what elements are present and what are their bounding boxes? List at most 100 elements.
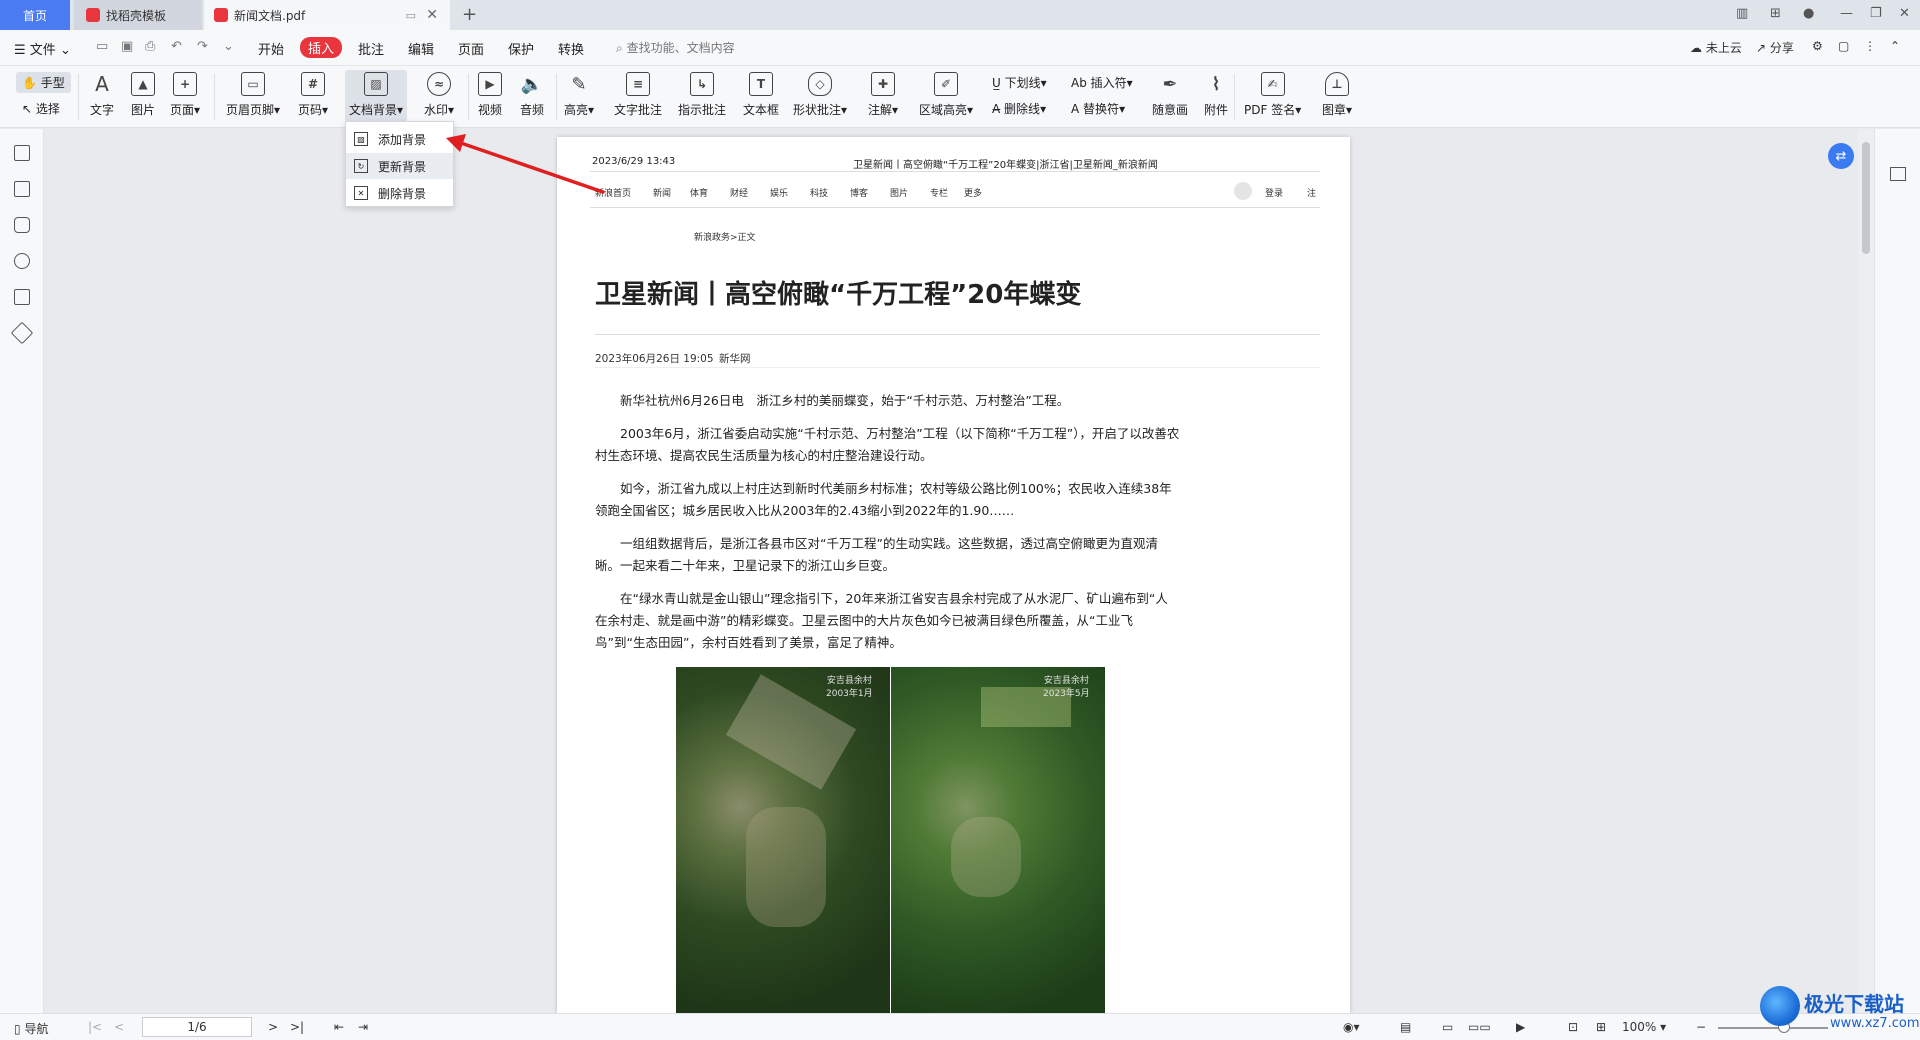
- insert-page-button[interactable]: + 页面▾: [170, 72, 200, 118]
- doc-background-button[interactable]: ▨ 文档背景▾: [345, 70, 408, 122]
- comment-icon[interactable]: [14, 217, 30, 233]
- replace-char-button[interactable]: A 替换符▾: [1071, 100, 1125, 117]
- translate-float-icon[interactable]: ⇄: [1828, 143, 1854, 169]
- menu-item-add-background[interactable]: ▨ 添加背景: [346, 126, 453, 152]
- annotation-button[interactable]: ✚ 注解▾: [868, 72, 898, 118]
- area-highlight-button[interactable]: ✐ 区域高亮▾: [919, 72, 973, 118]
- last-page-icon[interactable]: >|: [290, 1020, 304, 1034]
- nav-link[interactable]: 科技: [810, 186, 828, 199]
- eye-protection-icon[interactable]: ◉▾: [1343, 1020, 1360, 1034]
- zoom-level[interactable]: 100% ▾: [1622, 1020, 1666, 1034]
- menu-protect[interactable]: 保护: [508, 39, 534, 58]
- bookmark-icon[interactable]: [14, 145, 30, 161]
- hand-tool[interactable]: ✋ 手型: [16, 72, 71, 93]
- nav-link[interactable]: 博客: [850, 186, 868, 199]
- fit-width-icon[interactable]: ⊡: [1568, 1020, 1578, 1034]
- pdf-sign-button[interactable]: ✍ PDF 签名▾: [1244, 72, 1301, 118]
- menu-comment[interactable]: 批注: [358, 39, 384, 58]
- insert-image-button[interactable]: ▲ 图片: [131, 72, 155, 118]
- minimize-icon[interactable]: —: [1840, 6, 1853, 21]
- register-link[interactable]: 注: [1307, 186, 1316, 199]
- watermark-button[interactable]: ≈ 水印▾: [424, 72, 454, 118]
- thumbnail-icon[interactable]: [14, 181, 30, 197]
- insert-char-button[interactable]: Ab 插入符▾: [1071, 74, 1133, 91]
- zoom-out-icon[interactable]: −: [1696, 1020, 1706, 1034]
- double-page-icon[interactable]: ▭▭: [1468, 1020, 1491, 1034]
- undo-icon[interactable]: ↶: [171, 39, 182, 54]
- more-icon[interactable]: ⌄: [223, 39, 234, 54]
- tab-template[interactable]: 找稻壳模板: [74, 0, 202, 30]
- layout-icon[interactable]: ▥: [1736, 6, 1748, 21]
- window-close-icon[interactable]: ✕: [1899, 6, 1910, 21]
- video-button[interactable]: ▶ 视频: [478, 72, 502, 118]
- nav-toggle[interactable]: ▯ 导航: [14, 1020, 48, 1037]
- play-icon[interactable]: ▶: [1516, 1020, 1525, 1034]
- shape-comment-button[interactable]: ◇ 形状批注▾: [793, 72, 847, 118]
- restore-icon[interactable]: ❐: [1870, 6, 1882, 21]
- text-comment-button[interactable]: ≡ 文字批注: [614, 72, 662, 118]
- scrollbar-thumb[interactable]: [1862, 142, 1870, 254]
- select-tool[interactable]: ↖ 选择: [22, 100, 60, 117]
- menu-item-update-background[interactable]: ↻ 更新背景: [346, 153, 453, 179]
- reader-mode-icon[interactable]: [1890, 167, 1906, 181]
- nav-link[interactable]: 体育: [690, 186, 708, 199]
- back-icon[interactable]: ⇤: [334, 1020, 344, 1034]
- freehand-button[interactable]: ✒ 随意画: [1152, 72, 1188, 118]
- highlight-button[interactable]: ✎ 高亮▾: [564, 72, 594, 118]
- pointer-comment-button[interactable]: ↳ 指示批注: [678, 72, 726, 118]
- single-page-icon[interactable]: ▤: [1400, 1020, 1411, 1034]
- close-icon[interactable]: ✕: [426, 7, 438, 23]
- forward-icon[interactable]: ⇥: [358, 1020, 368, 1034]
- collapse-ribbon-icon[interactable]: ⌃: [1890, 39, 1900, 53]
- more-options-icon[interactable]: ⋮: [1864, 39, 1876, 53]
- print-icon[interactable]: ⎙: [145, 39, 155, 54]
- nav-link[interactable]: 财经: [730, 186, 748, 199]
- continuous-page-icon[interactable]: ▭: [1442, 1020, 1453, 1034]
- page-input[interactable]: 1/6: [142, 1017, 252, 1037]
- insert-text-button[interactable]: A 文字: [90, 72, 114, 118]
- scrollbar[interactable]: [1858, 129, 1874, 1013]
- layers-icon[interactable]: [10, 321, 34, 345]
- page-number-button[interactable]: # 页码▾: [298, 72, 328, 118]
- menu-item-delete-background[interactable]: ✕ 删除背景: [346, 180, 453, 206]
- open-icon[interactable]: ▭: [96, 39, 108, 54]
- message-icon[interactable]: ▢: [1838, 39, 1849, 53]
- nav-link[interactable]: 娱乐: [770, 186, 788, 199]
- menu-insert[interactable]: 插入: [300, 37, 343, 58]
- cloud-status[interactable]: ☁ 未上云: [1690, 39, 1742, 56]
- pin-icon[interactable]: ▭: [406, 9, 416, 22]
- nav-link[interactable]: 新闻: [653, 186, 671, 199]
- share-button[interactable]: ↗ 分享: [1756, 39, 1794, 56]
- header-footer-button[interactable]: ▭ 页眉页脚▾: [226, 72, 280, 118]
- search-input[interactable]: ⌕ 查找功能、文档内容: [616, 39, 735, 56]
- menu-page[interactable]: 页面: [458, 39, 484, 58]
- menu-start[interactable]: 开始: [258, 39, 284, 58]
- audio-button[interactable]: 🔈 音频: [520, 72, 544, 118]
- redo-icon[interactable]: ↷: [197, 39, 208, 54]
- save-icon[interactable]: ▣: [121, 39, 133, 54]
- login-link[interactable]: 登录: [1265, 186, 1283, 199]
- attachment-button[interactable]: ⌇ 附件: [1204, 72, 1228, 118]
- nav-link[interactable]: 专栏: [930, 186, 948, 199]
- textbox-button[interactable]: T 文本框: [743, 72, 779, 118]
- menu-convert[interactable]: 转换: [558, 39, 584, 58]
- stamp-button[interactable]: ⊥ 图章▾: [1322, 72, 1352, 118]
- grid-icon[interactable]: ⊞: [1770, 6, 1781, 21]
- tab-home[interactable]: 首页: [0, 0, 70, 30]
- signature-panel-icon[interactable]: [14, 289, 30, 305]
- strikethrough-button[interactable]: A̶ 删除线▾: [992, 100, 1046, 117]
- prev-page-icon[interactable]: <: [114, 1020, 124, 1034]
- fit-page-icon[interactable]: ⊞: [1596, 1020, 1606, 1034]
- avatar[interactable]: ●: [1803, 6, 1814, 21]
- nav-link[interactable]: 图片: [890, 186, 908, 199]
- settings-icon[interactable]: ⚙: [1812, 39, 1823, 53]
- tab-pdf[interactable]: 新闻文档.pdf ▭ ✕: [204, 0, 450, 30]
- first-page-icon[interactable]: |<: [88, 1020, 102, 1034]
- file-menu[interactable]: ☰ 文件 ⌄: [14, 39, 71, 58]
- menu-edit[interactable]: 编辑: [408, 39, 434, 58]
- next-page-icon[interactable]: >: [268, 1020, 278, 1034]
- attachment-panel-icon[interactable]: [14, 253, 30, 269]
- new-tab-icon[interactable]: +: [462, 4, 477, 25]
- nav-link[interactable]: 更多: [964, 186, 982, 199]
- underline-button[interactable]: U̲ 下划线▾: [992, 74, 1047, 91]
